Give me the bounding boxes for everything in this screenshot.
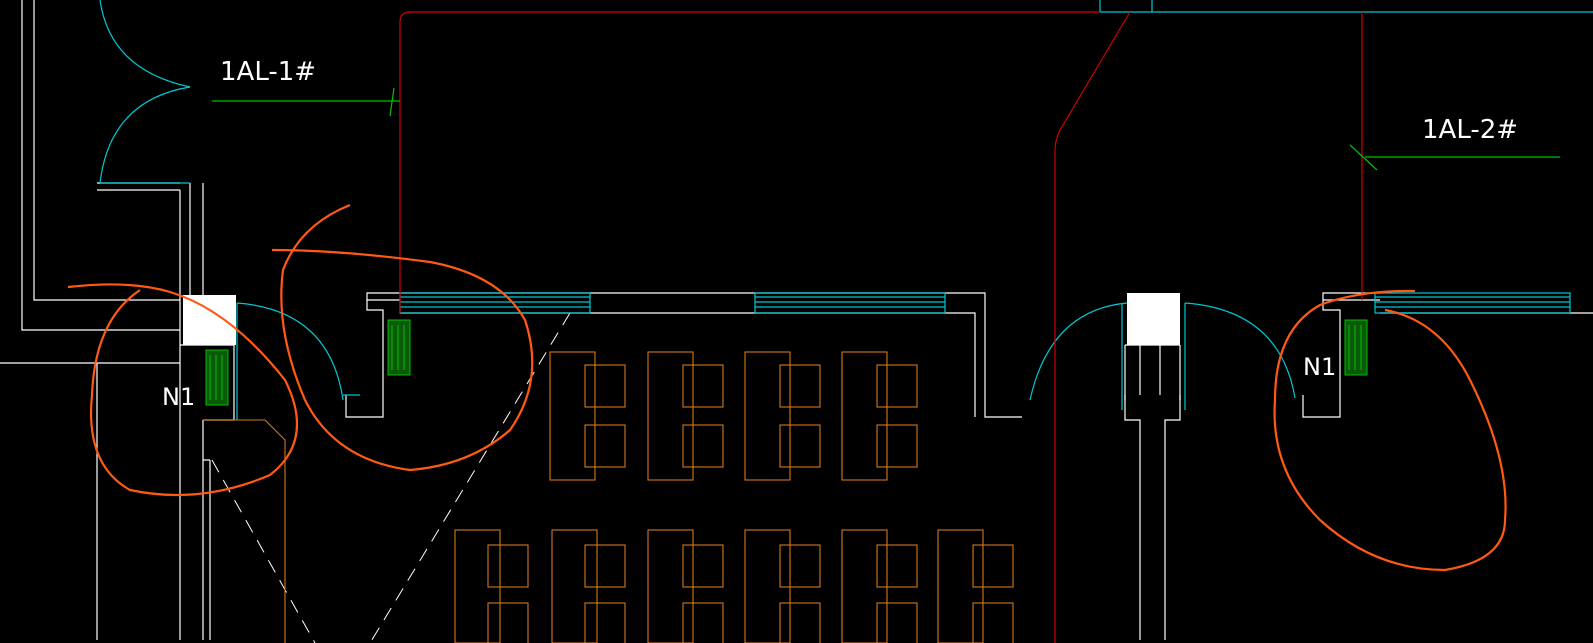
markup-circle-3 [1273,289,1507,572]
panel-markers [205,319,1368,406]
panel-left-a [205,349,229,406]
wiring-lines [399,11,1363,643]
circuit-label-1al-1: 1AL-1# [220,57,316,87]
panel-right [1344,319,1368,376]
leader-lines [212,87,1560,171]
panel-tag-n1-left: N1 [162,383,195,411]
circuit-label-1al-2: 1AL-2# [1422,115,1518,145]
markup-circles [67,203,1507,572]
door-window-lines [99,0,1593,420]
cad-drawing-canvas: 1AL-1# 1AL-2# N1 N1 [0,0,1593,643]
panel-left-b [387,319,411,376]
furniture [203,351,1014,643]
panel-tag-n1-right: N1 [1303,353,1336,381]
column-right [1127,293,1180,345]
column-left [183,295,236,345]
